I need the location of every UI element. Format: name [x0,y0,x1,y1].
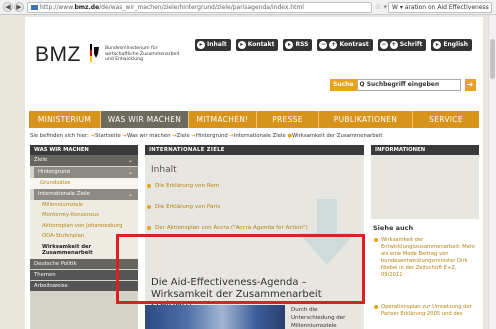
sidebar-item-label: Internationale Ziele [38,190,90,197]
chevron-down-icon: ⌄ [127,157,133,164]
url-path: /de/was_wir_machen/ziele/hintergrund/zie… [99,4,304,11]
content-link-label: Inhalt [207,41,227,48]
english-link[interactable]: ▸ English [431,39,473,51]
see-also-label: Siehe auch [373,224,414,232]
arrow-icon: ▸ [197,41,205,49]
content-link[interactable]: ▸ Inhalt [195,39,231,51]
font-size-control: − + Schrift [377,39,427,51]
info-panel [371,155,479,219]
nav-presse[interactable]: PRESSE [257,111,319,128]
window-scrollbar[interactable] [488,15,496,329]
browser-search-input[interactable]: W ▾ aration on Aid Effectiveness 2005 🔎 [388,2,492,13]
browser-toolbar: ◀ ▶ http://www.bmz.de/de/was_wir_machen/… [0,0,496,15]
info-heading: INFORMATIONEN [371,145,479,155]
url-host: bmz.de [74,4,100,11]
main-navigation: MINISTERIUM WAS WIR MACHEN MITMACHEN! PR… [29,111,479,128]
sidebar-item-hintergrund[interactable]: Hintergrund ⌄ [34,167,138,178]
contact-link-label: Kontakt [247,41,275,48]
sidebar-heading: WAS WIR MACHEN [30,145,138,155]
breadcrumb: Sie befinden sich hier: ➔Startseite ➔Was… [30,133,382,139]
rss-link-label: RSS [295,41,309,48]
breadcrumb-item[interactable]: Was wir machen [127,133,171,139]
arrow-icon: ▸ [433,41,442,49]
english-link-label: English [443,41,469,48]
sidebar-item-label: Themen [34,271,56,278]
nav-service[interactable]: SERVICE [413,111,479,128]
nav-mitmachen[interactable]: MITMACHEN! [189,111,257,128]
address-bar[interactable]: http://www.bmz.de/de/was_wir_machen/ziel… [27,2,372,13]
arrow-icon: ▸ [237,41,246,49]
ministry-name: Bundesministerium für wirtschaftliche Zu… [105,46,180,63]
breadcrumb-item[interactable]: Ziele [177,133,190,139]
sidebar-item-grundsaetze[interactable]: Grundsätze [30,178,138,189]
sidebar-item-johannesburg[interactable]: Aktionsplan von Johannesburg [30,220,138,231]
contrast-label: Kontrast [339,41,369,48]
nav-was-wir-machen[interactable]: WAS WIR MACHEN [101,111,189,128]
rss-link[interactable]: ▸ RSS [283,39,313,51]
url-prefix: http://www. [40,4,75,11]
sidebar-item-monterrey[interactable]: Monterrey-Konsensus [30,210,138,221]
contrast-plus-button[interactable]: + [329,41,338,49]
contrast-minus-button[interactable]: − [319,41,328,49]
see-also-link[interactable]: Operationsplan zur Umsetzung der Pariser… [374,304,476,318]
article-teaser: Durch die Unterschiedung der Millenniums… [291,307,346,329]
breadcrumb-item[interactable]: Hintergrund [196,133,228,139]
toc-title: Inhalt [151,165,177,175]
font-size-label: Schrift [399,41,423,48]
federal-eagle-icon [90,44,99,62]
contrast-control: − + Kontrast [317,39,373,51]
content-heading: INTERNATIONALE ZIELE [145,145,364,155]
breadcrumb-current: Wirksamkeit der Zusammenarbeit [292,133,383,139]
nav-ministerium[interactable]: MINISTERIUM [29,111,101,128]
sidebar-item-millenniumziele[interactable]: Millenniumziele [30,199,138,210]
sidebar-item-label: Ziele [34,157,48,163]
chevron-down-icon: ⌄ [127,190,133,198]
toc-link-paris[interactable]: Die Erklärung von Paris [146,204,220,210]
sidebar-item-label: Deutsche Politik [34,260,77,267]
breadcrumb-prefix: Sie befinden sich hier: [30,133,89,139]
breadcrumb-item[interactable]: Internationale Ziele [234,133,286,139]
forward-button[interactable]: ▶ [14,2,24,12]
chevron-down-icon: ⌄ [127,169,133,176]
sidebar-item-ziele[interactable]: Ziele ⌄ [30,155,138,166]
search-label: Suche [330,79,357,91]
toc-link-rom[interactable]: Die Erklärung von Rom [146,183,219,189]
highlight-annotation [116,234,365,304]
sidebar-item-internationale-ziele[interactable]: Internationale Ziele ⌄ [34,188,138,200]
scrollbar-thumb[interactable] [490,39,495,79]
arrow-icon: ▸ [285,41,294,49]
service-links: ▸ Inhalt ▸ Kontakt ▸ RSS − + Kontrast − + Schri… [195,39,473,51]
article-photo [145,305,285,329]
nav-publikationen[interactable]: PUBLIKATIONEN [319,111,413,128]
contact-link[interactable]: ▸ Kontakt [235,39,279,51]
toc-link-accra[interactable]: Der Aktionsplan von Accra ("Accra Agenda… [147,225,308,231]
site-header: BMZ Bundesministerium für wirtschaftlich… [25,17,483,113]
font-plus-button[interactable]: + [389,41,398,49]
search-submit-button[interactable]: ➔ [464,79,476,91]
sidebar-item-label: Arbeitsweise [34,282,68,289]
site-identity-icon[interactable] [31,5,38,10]
bmz-logo[interactable]: BMZ [35,43,81,67]
font-minus-button[interactable]: − [379,41,388,49]
sidebar-item-label: Hintergrund [38,169,70,175]
see-also-link[interactable]: Wirksamkeit der Entwicklungszusammenarbe… [374,237,476,278]
site-search: Suche Q Suchbegriff eingeben ➔ [330,79,476,91]
info-column: INFORMATIONEN Siehe auch Wirksamkeit der… [371,145,479,329]
site-search-input[interactable]: Q Suchbegriff eingeben [356,79,461,91]
back-button[interactable]: ◀ [3,2,13,12]
breadcrumb-item[interactable]: Startseite [95,133,121,139]
